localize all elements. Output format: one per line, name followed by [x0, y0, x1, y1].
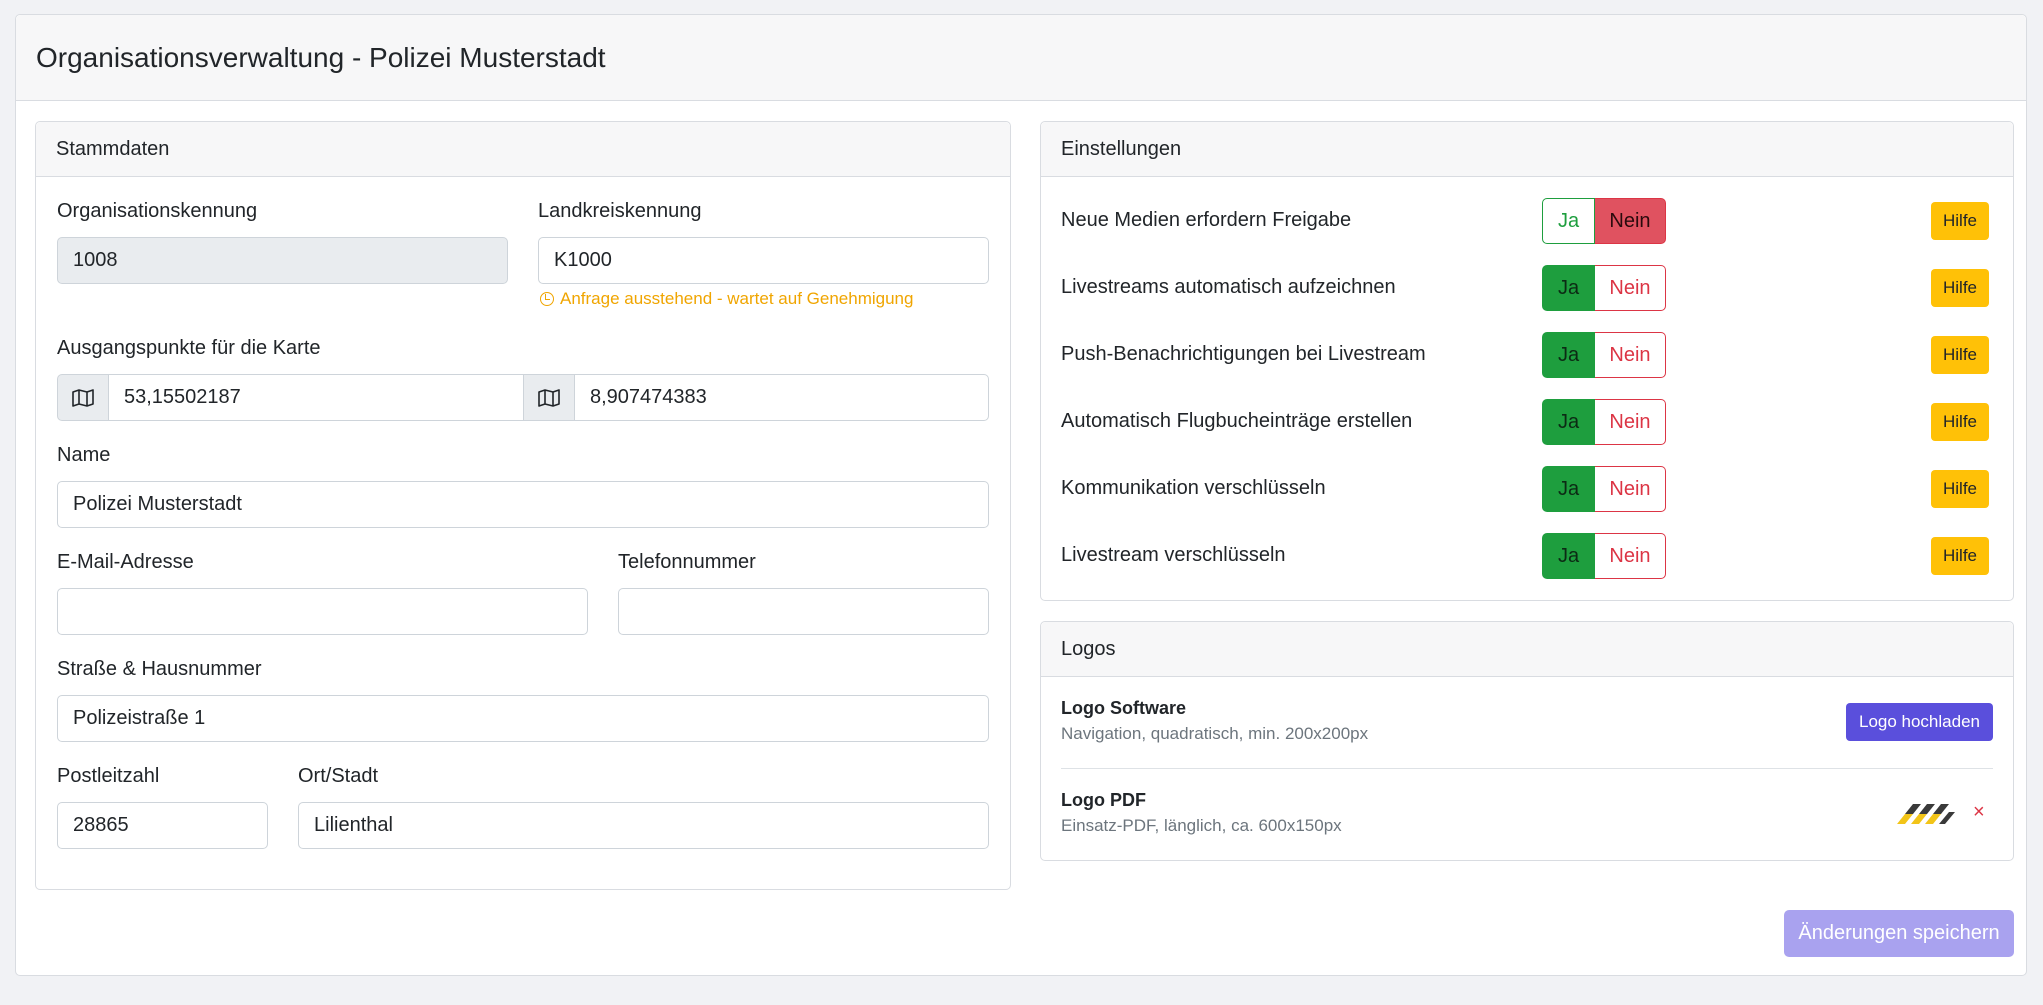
setting-toggle[interactable]: Ja Nein — [1542, 332, 1666, 378]
setting-toggle[interactable]: Ja Nein — [1542, 466, 1666, 512]
city-field[interactable] — [298, 802, 989, 849]
street-label: Straße & Hausnummer — [57, 658, 262, 680]
toggle-no-button[interactable]: Nein — [1595, 533, 1666, 579]
lng-field[interactable] — [574, 374, 989, 421]
toggle-no-button[interactable]: Nein — [1595, 332, 1666, 378]
setting-toggle[interactable]: Ja Nein — [1542, 265, 1666, 311]
save-changes-button[interactable]: Änderungen speichern — [1784, 910, 2014, 957]
toggle-no-button[interactable]: Nein — [1595, 399, 1666, 445]
city-label: Ort/Stadt — [298, 765, 379, 787]
phone-field[interactable] — [618, 588, 989, 635]
logo-pdf-name: Logo PDF — [1061, 790, 1146, 810]
page-title: Organisationsverwaltung - Polizei Muster… — [36, 41, 606, 73]
email-field[interactable] — [57, 588, 588, 635]
help-button[interactable]: Hilfe — [1931, 403, 1989, 441]
zip-field[interactable] — [57, 802, 268, 849]
logo-pdf-desc: Einsatz-PDF, länglich, ca. 600x150px — [1061, 816, 1342, 835]
logo-software-name: Logo Software — [1061, 698, 1186, 718]
setting-toggle[interactable]: Ja Nein — [1542, 533, 1666, 579]
district-id-label: Landkreiskennung — [538, 200, 702, 222]
logo-upload-button[interactable]: Logo hochladen — [1846, 703, 1993, 741]
org-id-label: Organisationskennung — [57, 200, 258, 222]
street-field[interactable] — [57, 695, 989, 742]
toggle-no-button[interactable]: Nein — [1595, 265, 1666, 311]
lng-addon — [523, 374, 575, 421]
setting-label: Push-Benachrichtigungen bei Livestream — [1061, 343, 1426, 365]
toggle-yes-button[interactable]: Ja — [1542, 265, 1595, 311]
toggle-yes-button[interactable]: Ja — [1542, 198, 1595, 244]
remove-pdf-logo-icon[interactable]: × — [1973, 801, 1985, 824]
logos-divider — [1061, 768, 1993, 769]
help-button[interactable]: Hilfe — [1931, 269, 1989, 307]
setting-label: Automatisch Flugbucheinträge erstellen — [1061, 410, 1413, 432]
einstellungen-heading: Einstellungen — [1041, 122, 2013, 177]
toggle-yes-button[interactable]: Ja — [1542, 399, 1595, 445]
setting-label: Livestreams automatisch aufzeichnen — [1061, 276, 1396, 298]
toggle-yes-button[interactable]: Ja — [1542, 533, 1595, 579]
phone-label: Telefonnummer — [618, 551, 756, 573]
zip-label: Postleitzahl — [57, 765, 160, 787]
help-button[interactable]: Hilfe — [1931, 336, 1989, 374]
toggle-yes-button[interactable]: Ja — [1542, 466, 1595, 512]
map-icon — [538, 388, 560, 407]
district-id-hint-text: Anfrage ausstehend - wartet auf Genehmig… — [560, 289, 914, 308]
toggle-no-button[interactable]: Nein — [1595, 198, 1666, 244]
page-header: Organisationsverwaltung - Polizei Muster… — [16, 15, 2026, 101]
name-field[interactable] — [57, 481, 989, 528]
map-icon — [72, 388, 94, 407]
org-id-field — [57, 237, 508, 284]
setting-toggle[interactable]: Ja Nein — [1542, 399, 1666, 445]
setting-toggle[interactable]: Ja Nein — [1542, 198, 1666, 244]
email-label: E-Mail-Adresse — [57, 551, 194, 573]
help-button[interactable]: Hilfe — [1931, 202, 1989, 240]
toggle-yes-button[interactable]: Ja — [1542, 332, 1595, 378]
name-label: Name — [57, 444, 111, 466]
help-button[interactable]: Hilfe — [1931, 470, 1989, 508]
lat-addon — [57, 374, 109, 421]
pdf-logo-preview — [1897, 804, 1955, 824]
stammdaten-heading: Stammdaten — [36, 122, 1010, 177]
setting-label: Livestream verschlüsseln — [1061, 544, 1286, 566]
logo-software-desc: Navigation, quadratisch, min. 200x200px — [1061, 724, 1369, 743]
setting-label: Kommunikation verschlüsseln — [1061, 477, 1326, 499]
toggle-no-button[interactable]: Nein — [1595, 466, 1666, 512]
district-id-pending-hint: Anfrage ausstehend - wartet auf Genehmig… — [540, 289, 913, 309]
district-id-field[interactable] — [538, 237, 989, 284]
clock-icon — [540, 292, 554, 306]
map-start-label: Ausgangspunkte für die Karte — [57, 337, 321, 359]
lat-field[interactable] — [108, 374, 525, 421]
setting-label: Neue Medien erfordern Freigabe — [1061, 209, 1352, 231]
logos-heading: Logos — [1041, 622, 2013, 677]
help-button[interactable]: Hilfe — [1931, 537, 1989, 575]
